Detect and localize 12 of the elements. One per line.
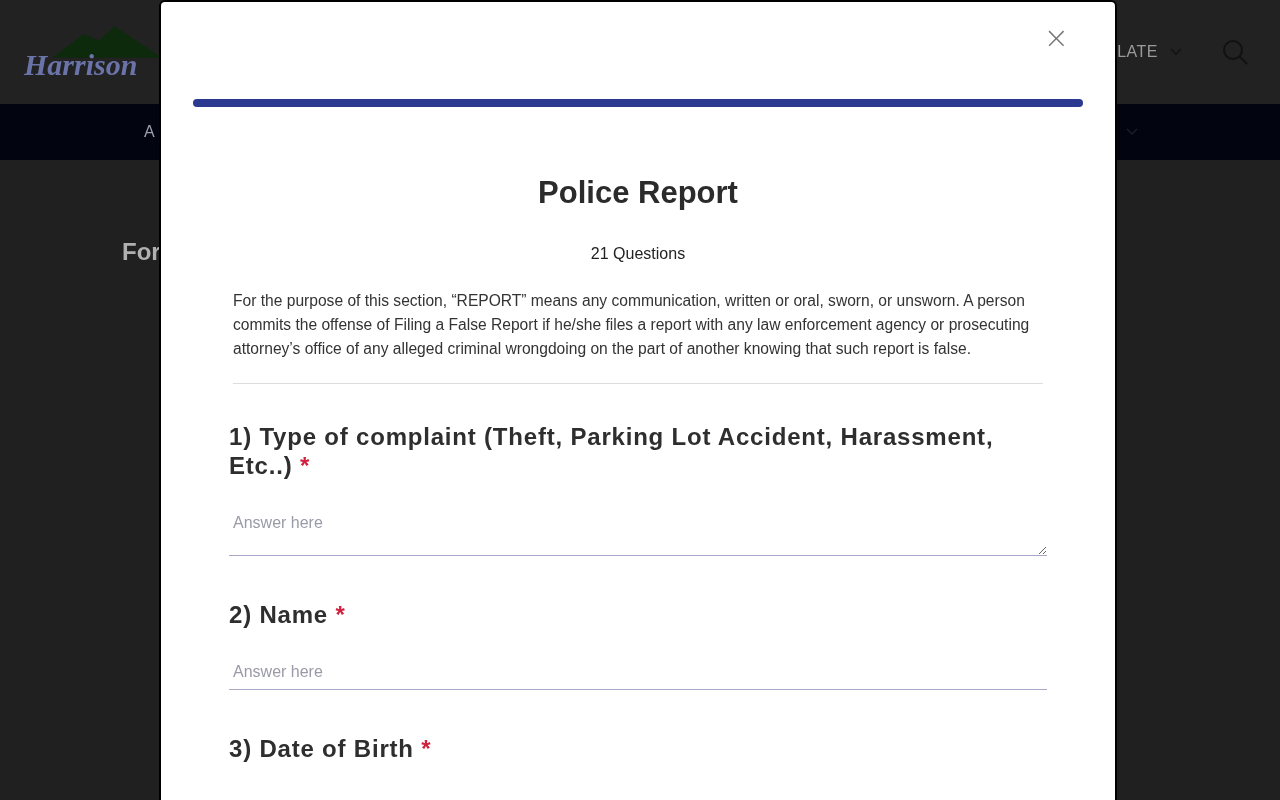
city-logo[interactable]: Harrison	[24, 12, 174, 92]
question-label: 3) Date of Birth *	[229, 734, 433, 763]
close-button[interactable]: ×	[1039, 22, 1073, 54]
question-label: 1) Type of complaint (Theft, Parking Lot Accident, Harassment, Etc..) *	[229, 422, 995, 480]
translate-menu[interactable]: LATE	[1117, 43, 1158, 61]
form-title: Police Report	[537, 175, 739, 211]
question-label: 2) Name *	[229, 600, 347, 629]
form-description: For the purpose of this section, “REPORT” means any communication, written or oral, sworn, or unsworn. A person commits the offense of Filing a False Report if he/she files a report with any law enforcement agency or prosecuting attorney’s office of any alleged criminal wrongdoing on the part of another knowing that such report is false.	[233, 291, 1031, 359]
question-count: 21 Questions	[589, 245, 687, 263]
page-heading: For	[122, 238, 161, 266]
chevron-down-icon	[1126, 128, 1138, 136]
nav-item[interactable]: A	[144, 123, 155, 141]
